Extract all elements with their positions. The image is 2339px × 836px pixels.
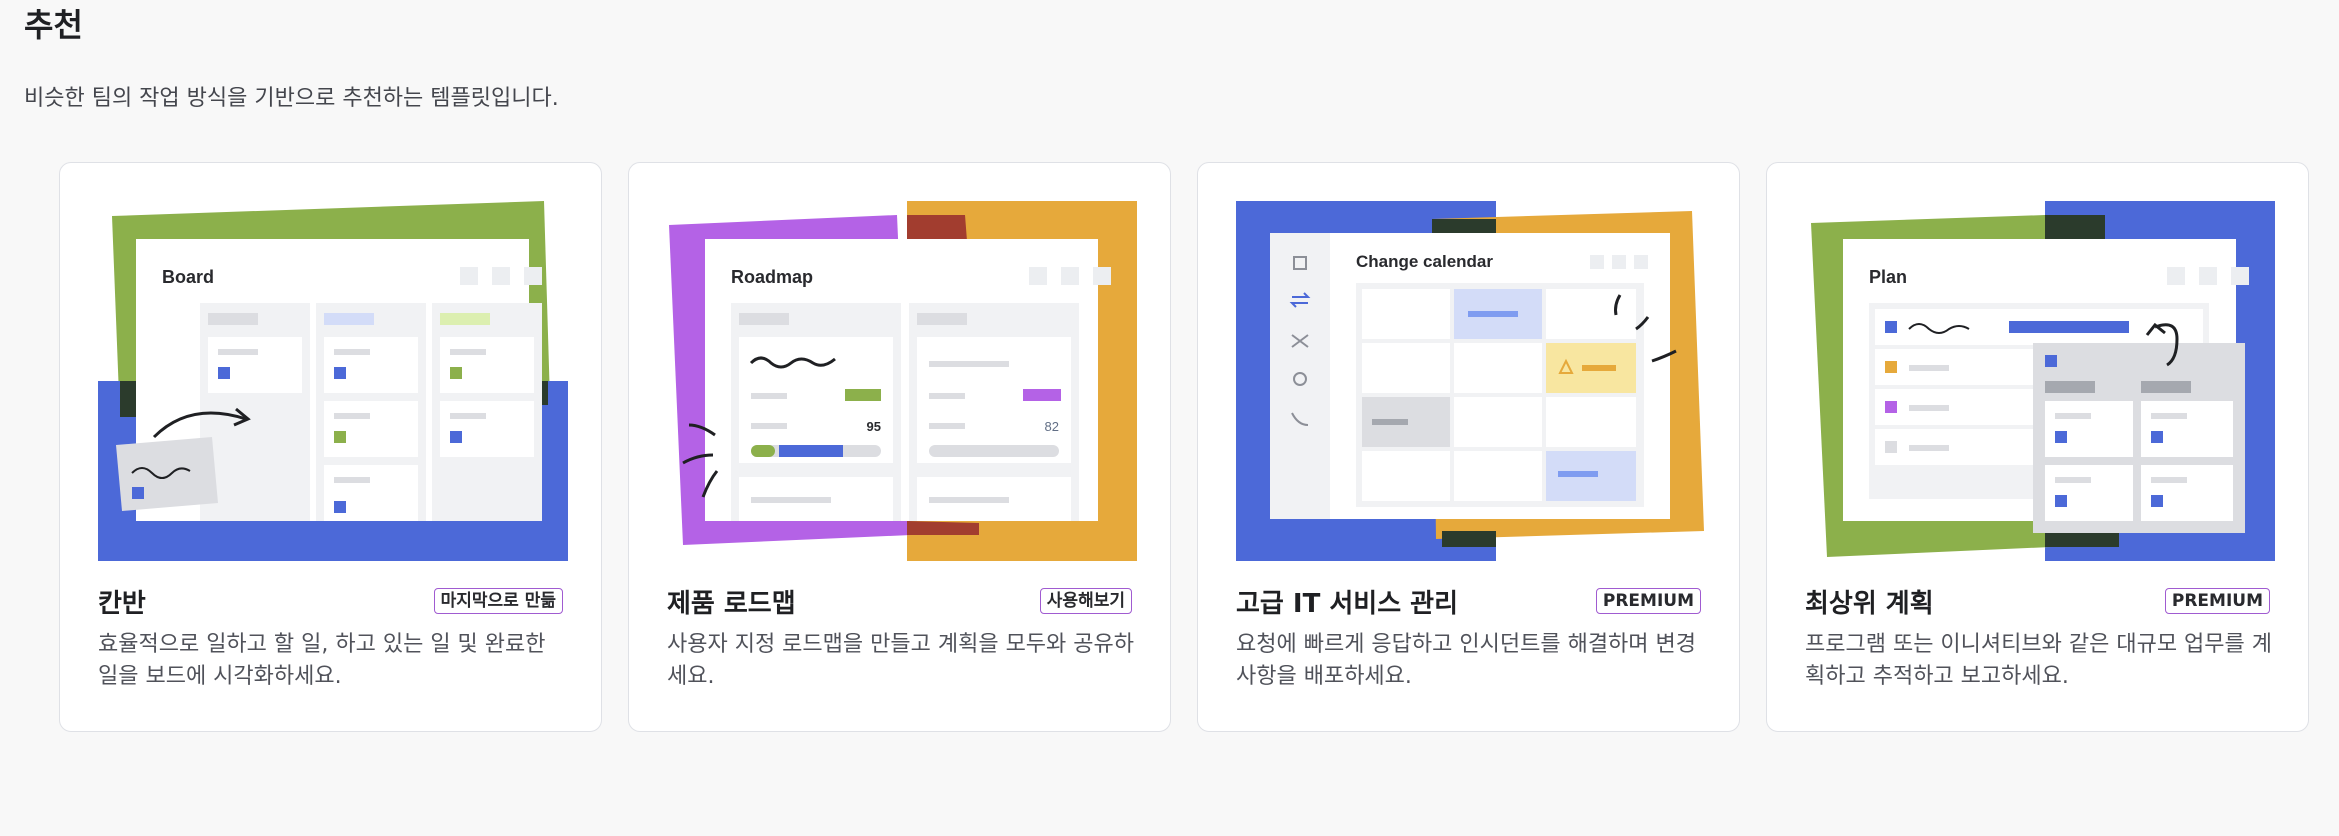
card-badge: PREMIUM <box>1595 588 1701 614</box>
card-badge: 사용해보기 <box>1039 588 1132 614</box>
template-card-list: Board 칸반 마지막으로 만듦 효율적으로 일하고 할 일, 하고 있는 일… <box>59 162 2309 732</box>
section-description: 비슷한 팀의 작업 방식을 기반으로 추천하는 템플릿입니다. <box>24 86 559 111</box>
card-description: 프로그램 또는 이니셔티브와 같은 대규모 업무를 계획하고 추적하고 보고하세… <box>1805 632 2273 689</box>
plan-illustration: Plan <box>1805 201 2275 561</box>
template-card-kanban[interactable]: Board 칸반 마지막으로 만듦 효율적으로 일하고 할 일, 하고 있는 일… <box>59 162 602 732</box>
template-card-top-level-planning[interactable]: Plan 최상위 계획 PREMIUM 프로그램 또는 이니셔티브와 같은 대규… <box>1766 162 2309 732</box>
card-title: 칸반 <box>98 589 146 619</box>
card-title: 고급 IT 서비스 관리 <box>1236 589 1459 619</box>
card-badge: PREMIUM <box>2164 588 2270 614</box>
card-title: 최상위 계획 <box>1805 589 1934 619</box>
card-description: 효율적으로 일하고 할 일, 하고 있는 일 및 완료한 일을 보드에 시각화하… <box>98 632 546 689</box>
roadmap-illustration: Roadmap 95 82 <box>667 201 1137 561</box>
roadmap-value-a: 95 <box>867 419 881 434</box>
card-description: 요청에 빠르게 응답하고 인시던트를 해결하며 변경 사항을 배포하세요. <box>1236 632 1697 689</box>
roadmap-preview-label: Roadmap <box>731 267 813 287</box>
roadmap-value-b: 82 <box>1045 419 1059 434</box>
template-card-it-service-management[interactable]: Change calendar 고급 IT 서비스 관리 PREMIUM 요청에… <box>1197 162 1740 732</box>
section-title: 추천 <box>24 6 83 44</box>
board-preview-label: Board <box>162 267 214 287</box>
plan-preview-label: Plan <box>1869 267 1907 287</box>
it-service-illustration: Change calendar <box>1236 201 1706 561</box>
card-badge: 마지막으로 만듦 <box>433 588 563 614</box>
kanban-illustration: Board <box>98 201 568 561</box>
template-card-product-roadmap[interactable]: Roadmap 95 82 제품 로드맵 사용해보기 사용자 지정 로드맵을 만… <box>628 162 1171 732</box>
card-description: 사용자 지정 로드맵을 만들고 계획을 모두와 공유하세요. <box>667 632 1135 689</box>
change-calendar-preview-label: Change calendar <box>1356 252 1493 271</box>
card-title: 제품 로드맵 <box>667 589 796 619</box>
